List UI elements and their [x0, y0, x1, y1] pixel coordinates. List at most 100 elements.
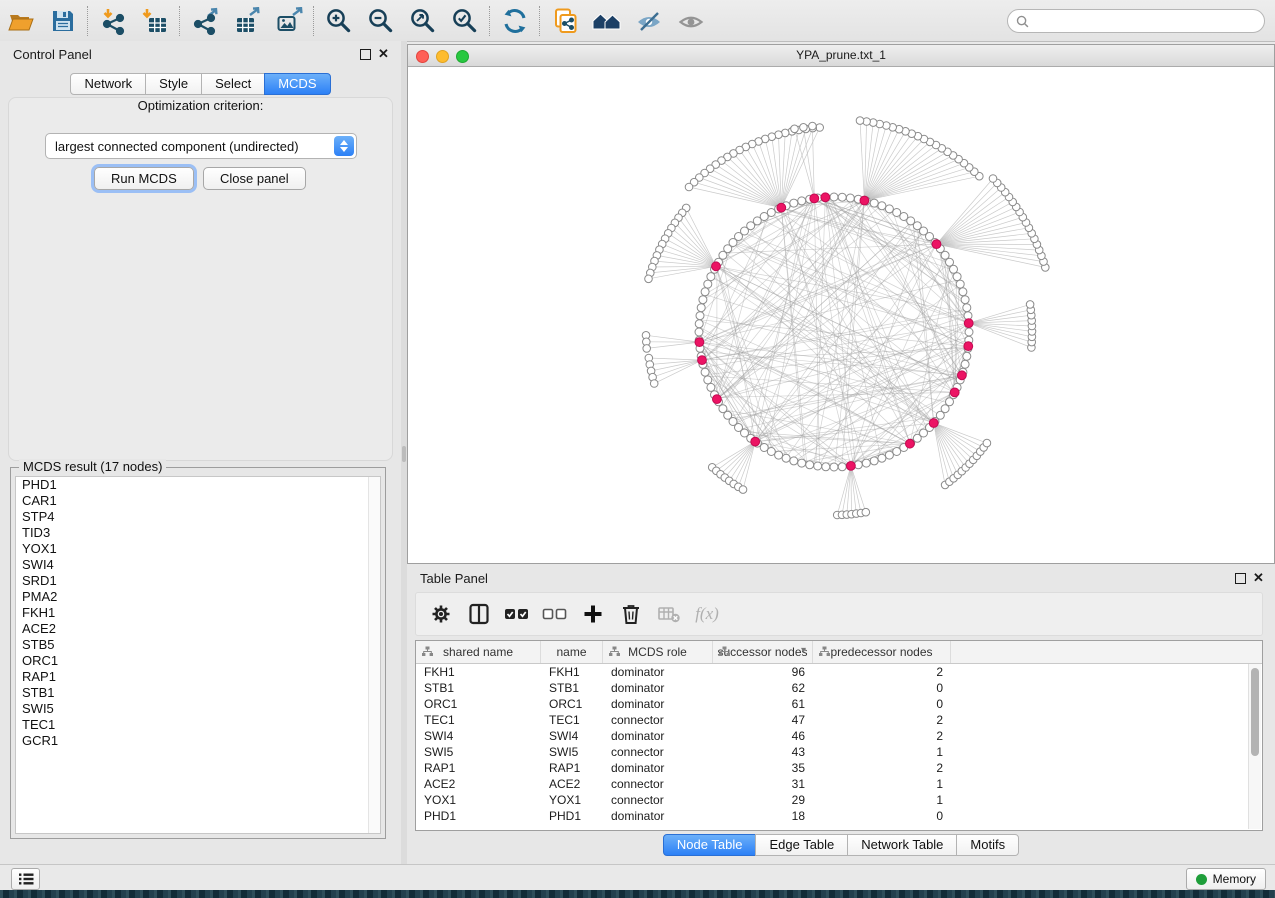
- search-input[interactable]: [1034, 13, 1256, 29]
- hub-node[interactable]: [932, 240, 941, 249]
- ring-node[interactable]: [961, 360, 969, 368]
- tab-network[interactable]: Network: [70, 73, 146, 95]
- fan-node[interactable]: [809, 122, 817, 130]
- ring-node[interactable]: [830, 193, 838, 201]
- mcds-result-item[interactable]: STP4: [16, 509, 380, 525]
- fan-node[interactable]: [791, 125, 799, 133]
- ring-node[interactable]: [959, 288, 967, 296]
- ring-node[interactable]: [704, 376, 712, 384]
- ring-node[interactable]: [790, 457, 798, 465]
- ring-node[interactable]: [701, 368, 709, 376]
- mcds-list-scrollbar[interactable]: [368, 477, 380, 833]
- ring-node[interactable]: [696, 312, 704, 320]
- table-row-SWI4[interactable]: SWI4SWI4dominator462: [416, 728, 1262, 744]
- hub-node[interactable]: [929, 419, 938, 428]
- ring-node[interactable]: [798, 459, 806, 467]
- mcds-result-item[interactable]: STB5: [16, 637, 380, 653]
- ring-node[interactable]: [965, 328, 973, 336]
- delete-column-icon[interactable]: [612, 596, 650, 632]
- mcds-result-item[interactable]: SWI4: [16, 557, 380, 573]
- network-window-titlebar[interactable]: YPA_prune.txt_1: [408, 45, 1274, 67]
- ring-node[interactable]: [870, 199, 878, 207]
- ring-node[interactable]: [963, 304, 971, 312]
- export-table-icon[interactable]: [226, 3, 268, 39]
- ring-node[interactable]: [814, 462, 822, 470]
- task-history-button[interactable]: [11, 868, 40, 890]
- scrollbar-thumb[interactable]: [1251, 668, 1259, 756]
- tab-network-table[interactable]: Network Table: [847, 834, 957, 856]
- fan-node[interactable]: [862, 508, 870, 516]
- close-panel-icon[interactable]: ✕: [378, 46, 389, 62]
- zoom-fit-icon[interactable]: [402, 3, 444, 39]
- ring-node[interactable]: [782, 454, 790, 462]
- add-column-icon[interactable]: [574, 596, 612, 632]
- import-network-icon[interactable]: [92, 3, 134, 39]
- ring-node[interactable]: [697, 304, 705, 312]
- zoom-out-icon[interactable]: [360, 3, 402, 39]
- fan-node[interactable]: [739, 486, 747, 494]
- mcds-result-item[interactable]: YOX1: [16, 541, 380, 557]
- home-icon[interactable]: [586, 3, 628, 39]
- mcds-result-item[interactable]: STB1: [16, 685, 380, 701]
- ring-node[interactable]: [695, 320, 703, 328]
- ring-node[interactable]: [838, 193, 846, 201]
- show-all-icon[interactable]: [670, 3, 712, 39]
- column-header-shared-name[interactable]: shared name: [416, 641, 541, 663]
- hub-node[interactable]: [950, 388, 959, 397]
- mcds-result-item[interactable]: SRD1: [16, 573, 380, 589]
- column-header-predecessor-nodes[interactable]: predecessor nodes: [813, 641, 951, 663]
- mcds-result-item[interactable]: ORC1: [16, 653, 380, 669]
- hub-node[interactable]: [964, 319, 973, 328]
- ring-node[interactable]: [870, 457, 878, 465]
- table-row-RAP1[interactable]: RAP1RAP1dominator352: [416, 760, 1262, 776]
- settings-icon[interactable]: [422, 596, 460, 632]
- hub-node[interactable]: [695, 338, 704, 347]
- table-scrollbar[interactable]: [1248, 664, 1261, 829]
- fan-node[interactable]: [800, 124, 808, 132]
- hub-node[interactable]: [810, 194, 819, 203]
- ring-node[interactable]: [830, 463, 838, 471]
- ring-node[interactable]: [767, 448, 775, 456]
- run-mcds-button[interactable]: Run MCDS: [94, 167, 194, 190]
- fan-node[interactable]: [650, 380, 658, 388]
- mcds-result-item[interactable]: FKH1: [16, 605, 380, 621]
- mcds-result-item[interactable]: SWI5: [16, 701, 380, 717]
- mcds-result-item[interactable]: GCR1: [16, 733, 380, 749]
- zoom-selected-icon[interactable]: [444, 3, 486, 39]
- hub-node[interactable]: [964, 342, 973, 351]
- import-table-icon[interactable]: [134, 3, 176, 39]
- ring-node[interactable]: [893, 209, 901, 217]
- splitter-handle-icon[interactable]: [402, 446, 406, 462]
- export-image-icon[interactable]: [268, 3, 310, 39]
- ring-node[interactable]: [956, 280, 964, 288]
- ring-node[interactable]: [885, 205, 893, 213]
- tab-node-table[interactable]: Node Table: [663, 834, 757, 856]
- fan-node[interactable]: [983, 439, 991, 447]
- ring-node[interactable]: [695, 328, 703, 336]
- ring-node[interactable]: [963, 352, 971, 360]
- hub-node[interactable]: [860, 196, 869, 205]
- fan-node[interactable]: [856, 117, 864, 125]
- mcds-result-item[interactable]: PHD1: [16, 477, 380, 493]
- mcds-result-item[interactable]: RAP1: [16, 669, 380, 685]
- zoom-in-icon[interactable]: [318, 3, 360, 39]
- mcds-result-item[interactable]: ACE2: [16, 621, 380, 637]
- memory-button[interactable]: Memory: [1186, 868, 1266, 890]
- hub-node[interactable]: [712, 262, 721, 271]
- table-row-TEC1[interactable]: TEC1TEC1connector472: [416, 712, 1262, 728]
- hub-node[interactable]: [713, 395, 722, 404]
- apply-layout-icon[interactable]: [494, 3, 536, 39]
- optimization-criterion-select[interactable]: largest connected component (undirected): [45, 133, 357, 159]
- ring-node[interactable]: [798, 197, 806, 205]
- close-table-panel-icon[interactable]: ✕: [1253, 570, 1264, 586]
- ring-node[interactable]: [878, 202, 886, 210]
- ring-node[interactable]: [806, 461, 814, 469]
- ring-node[interactable]: [953, 273, 961, 281]
- ring-node[interactable]: [701, 288, 709, 296]
- fan-node[interactable]: [816, 124, 824, 132]
- ring-node[interactable]: [885, 451, 893, 459]
- column-header-MCDS-role[interactable]: MCDS role: [603, 641, 713, 663]
- mcds-result-item[interactable]: TID3: [16, 525, 380, 541]
- ring-node[interactable]: [699, 296, 707, 304]
- hub-node[interactable]: [698, 356, 707, 365]
